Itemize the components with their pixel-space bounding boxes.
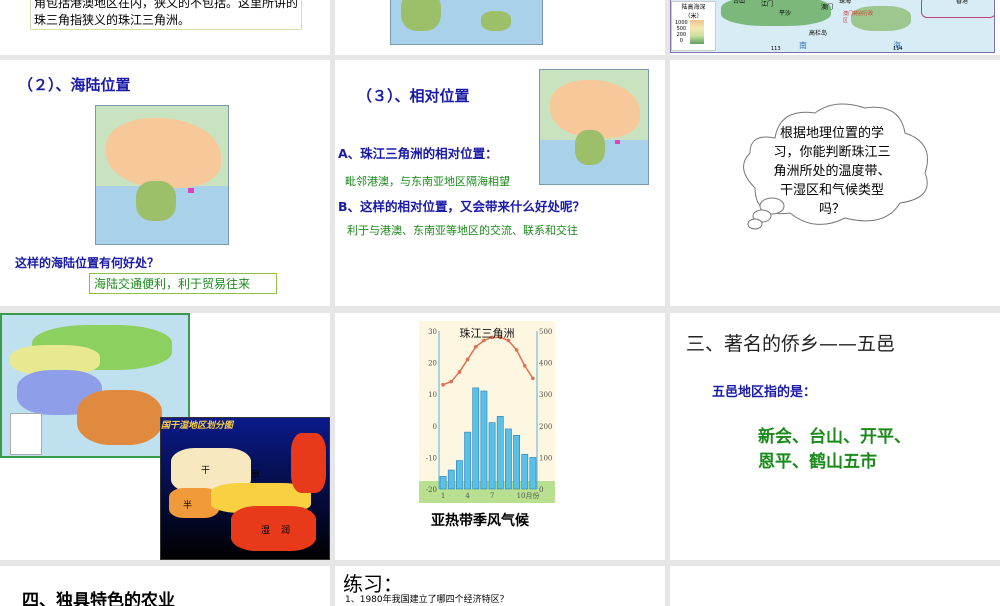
precipitation-bar bbox=[456, 460, 463, 490]
precipitation-bar bbox=[480, 390, 488, 490]
place-label: 香港 bbox=[956, 0, 969, 5]
slide-thumb-1[interactable]: 角包括港澳地区在内，狭义的不包括。这里所讲的珠三角指狭义的珠江三角洲。 bbox=[0, 0, 330, 55]
climate-chart: 3020100-10-2050040030020010001 4 7 10月份珠江三角… bbox=[419, 321, 555, 503]
left-tick-label: -20 bbox=[426, 486, 437, 494]
precipitation-bar bbox=[464, 431, 471, 490]
temperature-point bbox=[522, 363, 527, 368]
precipitation-bar bbox=[472, 387, 480, 490]
place-label: 澳门特别行政区 bbox=[843, 11, 874, 24]
longitude-label: 113 bbox=[771, 46, 781, 52]
zone-label: 湿 bbox=[261, 526, 271, 536]
precipitation-bar bbox=[521, 453, 529, 490]
precipitation-bar bbox=[496, 416, 504, 490]
slide-thumb-6[interactable]: 根据地理位置的学习，你能判断珠江三角洲所处的温度带、干湿区和气候类型吗？ bbox=[670, 60, 1000, 306]
temperature-point bbox=[514, 348, 519, 352]
slide-thumb-5[interactable]: （３）、相对位置 A、珠江三角洲的相对位置： 毗邻港澳，与东南亚地区隔海相望 B… bbox=[335, 60, 665, 306]
slide-title: 三、著名的侨乡——五邑 bbox=[686, 333, 896, 355]
precipitation-bar bbox=[529, 457, 537, 490]
zone-label: 半 bbox=[183, 501, 193, 511]
right-tick-label: 0 bbox=[539, 486, 543, 494]
x-tick-label: 10月份 bbox=[517, 491, 540, 500]
answer-text: 新会、台山、开平、 恩平、鹤山五市 bbox=[758, 425, 911, 475]
slide-title: 四、独具特色的农业 bbox=[22, 591, 175, 606]
place-label: 珠海 bbox=[839, 0, 852, 5]
map-title: 国干湿地区划分图 bbox=[161, 421, 234, 431]
slide-thumb-12[interactable] bbox=[670, 566, 1000, 606]
asia-map-image bbox=[390, 0, 543, 45]
dry-wet-zone-map-image: 国干湿地区划分图 干 半 湿 润 旱 bbox=[160, 417, 330, 560]
zone-label: 旱 bbox=[251, 471, 261, 481]
question-text: 这样的海陆位置有何好处？ bbox=[15, 256, 160, 270]
legend-unit: （米） bbox=[684, 13, 703, 20]
bubble-question: 根据地理位置的学习，你能判断珠江三角洲所处的温度带、干湿区和气候类型吗？ bbox=[773, 126, 891, 217]
slide-thumb-7[interactable]: 国干湿地区划分图 干 半 湿 润 旱 bbox=[0, 313, 330, 560]
pearl-delta-map-image: 陆高海深 （米） 1000 500 200 0 台山 江门 平沙 澳门 珠海 香… bbox=[670, 0, 995, 53]
slide-thumb-2[interactable] bbox=[335, 0, 665, 55]
exercise-question: 1、1980年我国建立了哪四个经济特区？ bbox=[345, 595, 509, 605]
right-tick-label: 500 bbox=[539, 328, 552, 336]
legend-value: 0 bbox=[679, 38, 683, 44]
left-tick-label: 20 bbox=[428, 360, 437, 368]
x-tick-label: 1 bbox=[441, 492, 445, 500]
answer-line: 新会、台山、开平、 bbox=[758, 427, 911, 447]
china-map-image bbox=[95, 105, 229, 245]
elevation-legend: 陆高海深 （米） 1000 500 200 0 bbox=[671, 1, 716, 51]
place-label: 高栏岛 bbox=[809, 30, 828, 37]
temperature-point bbox=[449, 379, 454, 384]
china-map-image bbox=[539, 69, 649, 185]
temperature-point bbox=[457, 370, 462, 374]
left-tick-label: 10 bbox=[428, 391, 437, 399]
slide-thumb-10[interactable]: 四、独具特色的农业 bbox=[0, 566, 330, 606]
left-tick-label: -10 bbox=[426, 454, 437, 462]
right-tick-label: 400 bbox=[539, 360, 552, 368]
temperature-point bbox=[465, 357, 470, 362]
legend-title: 陆高海深 bbox=[681, 4, 706, 11]
zone-label: 润 bbox=[281, 526, 291, 536]
right-tick-label: 100 bbox=[539, 454, 552, 462]
right-tick-label: 200 bbox=[539, 423, 552, 431]
definition-text: 角包括港澳地区在内，狭义的不包括。这里所讲的珠三角指狭义的珠江三角洲。 bbox=[30, 0, 302, 30]
x-tick-label: 4 bbox=[465, 492, 470, 500]
precipitation-bar bbox=[505, 428, 512, 490]
temperature-point bbox=[473, 345, 478, 349]
place-label: 南 bbox=[799, 41, 807, 50]
point-a-label: A、珠江三角洲的相对位置： bbox=[338, 146, 498, 161]
precipitation-bar bbox=[513, 434, 520, 490]
left-tick-label: 30 bbox=[428, 328, 437, 336]
right-tick-label: 300 bbox=[539, 391, 552, 399]
slide-thumb-11[interactable]: 练习： 1、1980年我国建立了哪四个经济特区？ bbox=[335, 566, 665, 606]
longitude-label: 114 bbox=[893, 46, 903, 52]
place-label: 台山 bbox=[733, 0, 746, 5]
slide-title: （３）、相对位置 bbox=[357, 87, 470, 105]
temperature-point bbox=[441, 382, 445, 387]
point-b-label: B、这样的相对位置，又会带来什么好处呢？ bbox=[338, 199, 586, 214]
answer-line: 恩平、鹤山五市 bbox=[758, 452, 877, 472]
place-label: 江门 bbox=[761, 1, 774, 8]
chart-title: 珠江三角洲 bbox=[460, 326, 515, 340]
chart-caption: 亚热带季风气候 bbox=[431, 513, 529, 529]
answer-box: 海陆交通便利，利于贸易往来 bbox=[89, 273, 277, 294]
point-a-answer: 毗邻港澳，与东南亚地区隔海相望 bbox=[345, 175, 510, 188]
slide-title: （２）、海陆位置 bbox=[18, 76, 131, 94]
slide-thumb-4[interactable]: （２）、海陆位置 这样的海陆位置有何好处？ 海陆交通便利，利于贸易往来 bbox=[0, 60, 330, 306]
point-b-answer: 利于与港澳、东南亚等地区的交流、联系和交往 bbox=[347, 224, 578, 237]
precipitation-bar bbox=[439, 476, 447, 490]
temperature-point bbox=[531, 376, 535, 381]
left-tick-label: 0 bbox=[433, 423, 437, 431]
slide-thumb-9[interactable]: 三、著名的侨乡——五邑 五邑地区指的是： 新会、台山、开平、 恩平、鹤山五市 bbox=[670, 313, 1000, 560]
place-label: 澳门 bbox=[821, 4, 834, 11]
slide-thumb-3[interactable]: 陆高海深 （米） 1000 500 200 0 台山 江门 平沙 澳门 珠海 香… bbox=[670, 0, 1000, 55]
place-label: 平沙 bbox=[779, 10, 792, 17]
x-tick-label: 7 bbox=[490, 492, 494, 500]
zone-label: 干 bbox=[201, 466, 211, 476]
slide-thumb-8[interactable]: 30 20 10 0 -10 -20 500 400 300 200 100 0 1 4 7 10月份 珠江三角… bbox=[335, 313, 665, 560]
precipitation-bar bbox=[447, 469, 455, 490]
precipitation-bar bbox=[488, 422, 496, 490]
subheading: 五邑地区指的是： bbox=[712, 385, 817, 400]
